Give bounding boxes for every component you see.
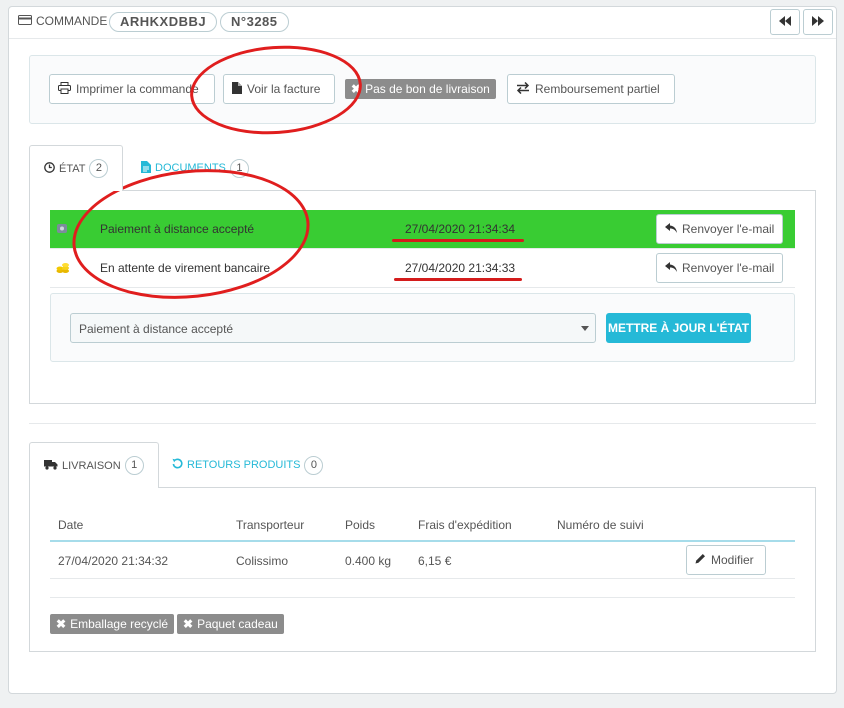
column-header-date: Date [58,518,84,532]
column-header-carrier: Transporteur [236,518,305,532]
tab-delivery-label: LIVRAISON [62,459,121,472]
exchange-icon [516,81,530,97]
shipping-cost: 6,15 € [418,554,452,568]
clock-icon [44,161,55,176]
column-header-weight: Poids [345,518,376,532]
panel-title: COMMANDE [36,14,108,28]
table-bottom-divider [50,597,795,598]
truck-icon [44,459,58,473]
undo-icon [172,458,183,472]
partial-refund-label: Remboursement partiel [535,82,660,96]
resend-email-button[interactable]: Renvoyer l'e-mail [656,214,784,244]
reply-icon [665,222,677,236]
tab-documents-count: 1 [229,158,249,178]
view-invoice-label: Voir la facture [247,82,321,96]
reply-icon [665,261,677,275]
payment-icon [56,221,68,238]
view-invoice-button[interactable]: Voir la facture [223,74,335,104]
header-divider [9,38,836,39]
history-status-date: 27/04/2020 21:34:33 [405,261,516,275]
order-reference-badge: ARHKXDBBJ [109,12,218,32]
gift-wrapping-label: Paquet cadeau [197,617,278,631]
forward-icon [812,15,824,29]
recycled-packaging-badge: ✖ Emballage recyclé [50,614,175,634]
table-header-divider [50,540,795,542]
tab-product-returns-count: 0 [304,455,324,475]
order-number-badge: N°3285 [220,12,289,32]
tab-delivery-count: 1 [124,456,144,475]
column-header-shipping-cost: Frais d'expédition [418,518,512,532]
section-divider [29,423,816,424]
print-order-label: Imprimer la commande [76,82,199,96]
partial-refund-button[interactable]: Remboursement partiel [507,74,675,104]
document-icon [141,160,151,176]
close-icon: ✖ [351,82,362,96]
printer-icon [58,81,71,97]
no-delivery-slip-badge: ✖ Pas de bon de livraison [345,79,496,99]
tab-state-count: 2 [89,159,109,178]
resend-email-label: Renvoyer l'e-mail [682,261,775,275]
update-state-button[interactable]: METTRE À JOUR L'ÉTAT [606,313,751,343]
annotation-underline [392,239,524,242]
resend-email-button[interactable]: Renvoyer l'e-mail [656,253,784,283]
tab-state-label: ÉTAT [59,162,86,175]
coins-icon [56,260,70,277]
tab-product-returns-label: RETOURS PRODUITS [187,459,301,471]
history-row: Paiement à distance accepté 27/04/2020 2… [50,210,795,248]
edit-shipping-label: Modifier [711,553,754,567]
annotation-underline [394,278,522,281]
tab-documents[interactable]: DOCUMENTS 1 [137,145,253,191]
history-status-label: En attente de virement bancaire [100,261,271,275]
recycled-packaging-label: Emballage recyclé [70,617,169,631]
tab-state[interactable]: ÉTAT 2 [29,145,124,191]
resend-email-label: Renvoyer l'e-mail [682,222,775,236]
gift-wrapping-badge: ✖ Paquet cadeau [177,614,284,634]
row-divider [50,287,795,288]
order-state-select[interactable]: Paiement à distance accepté [70,313,596,343]
column-header-tracking-number: Numéro de suivi [557,518,644,532]
file-icon [232,81,242,97]
previous-order-button[interactable] [770,9,800,35]
pencil-icon [695,553,706,567]
tab-delivery[interactable]: LIVRAISON 1 [29,442,159,488]
order-state-select-value: Paiement à distance accepté [79,322,234,336]
close-icon: ✖ [56,617,67,631]
shipping-date: 27/04/2020 21:34:32 [58,554,169,568]
print-order-button[interactable]: Imprimer la commande [49,74,215,104]
table-row-divider [50,578,795,579]
history-row: En attente de virement bancaire 27/04/20… [50,249,795,287]
history-status-label: Paiement à distance accepté [100,222,255,236]
caret-down-icon [581,326,589,331]
tab-documents-label: DOCUMENTS [155,162,226,174]
credit-card-icon [18,14,32,29]
backward-icon [779,15,791,29]
no-delivery-slip-label: Pas de bon de livraison [365,82,490,96]
edit-shipping-button[interactable]: Modifier [686,545,766,575]
history-status-date: 27/04/2020 21:34:34 [405,222,516,236]
close-icon: ✖ [183,617,194,631]
next-order-button[interactable] [803,9,833,35]
shipping-carrier: Colissimo [236,554,289,568]
shipping-weight: 0.400 kg [345,554,392,568]
tab-product-returns[interactable]: RETOURS PRODUITS 0 [168,442,327,488]
